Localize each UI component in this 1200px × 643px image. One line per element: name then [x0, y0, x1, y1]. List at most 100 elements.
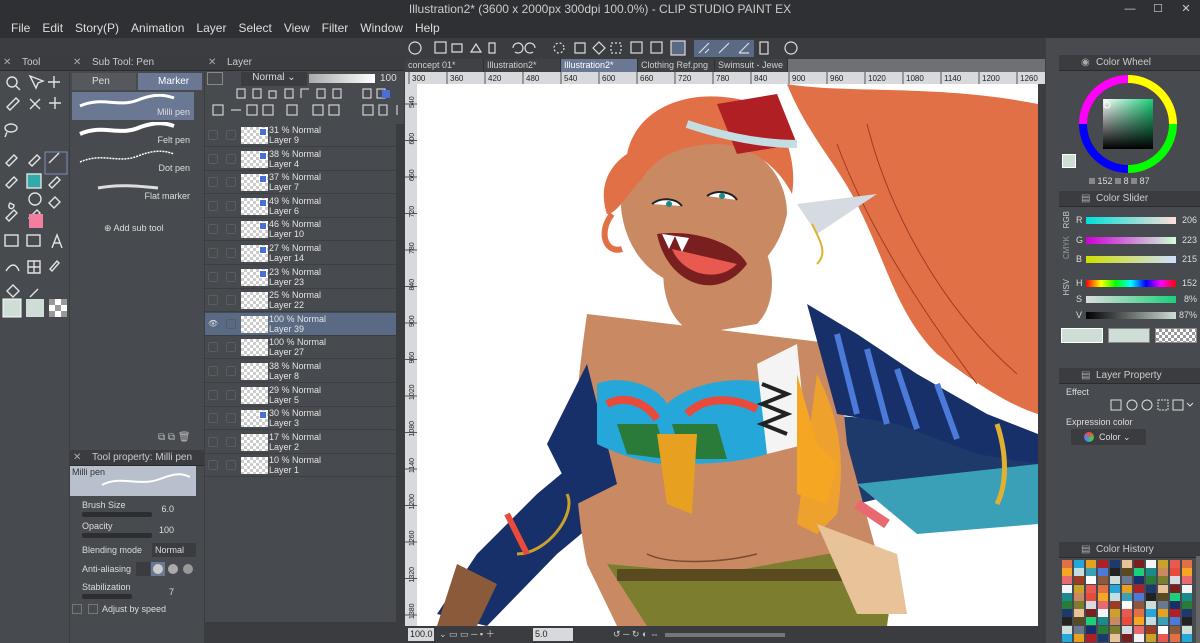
history-swatch[interactable] — [1146, 601, 1156, 609]
visibility-toggle[interactable] — [208, 460, 218, 471]
history-swatch[interactable] — [1062, 584, 1072, 593]
history-swatch[interactable] — [1086, 568, 1096, 577]
canvas-artwork[interactable] — [417, 84, 1038, 626]
history-swatch[interactable] — [1110, 617, 1120, 626]
menu-window[interactable]: Window — [349, 19, 403, 38]
layer-scrollbar[interactable] — [396, 124, 404, 643]
history-swatch[interactable] — [1110, 560, 1120, 568]
subtool-flat-marker[interactable]: Flat marker — [72, 176, 194, 204]
history-swatch[interactable] — [1062, 592, 1072, 601]
hue-slider[interactable]: H 152 — [1062, 277, 1197, 291]
visibility-toggle[interactable] — [208, 224, 218, 235]
history-swatch[interactable] — [1158, 592, 1168, 601]
document-tab[interactable]: concept 01* — [405, 59, 484, 72]
history-swatch[interactable] — [1062, 601, 1072, 609]
panel-close-icon[interactable]: ▤ — [1081, 191, 1090, 207]
visibility-toggle[interactable] — [208, 295, 218, 306]
history-swatch[interactable] — [1146, 609, 1156, 618]
history-swatch[interactable] — [1110, 576, 1120, 585]
menu-storyp[interactable]: Story(P) — [64, 19, 119, 38]
blending-mode-row[interactable]: Blending mode Normal — [78, 543, 196, 563]
subtool-footer-icons[interactable]: ⧉ ⧉ 🗑 — [158, 432, 191, 443]
history-swatch[interactable] — [1158, 576, 1168, 585]
add-subtool-button[interactable]: ⊕ Add sub tool — [104, 223, 164, 234]
expand-toggle[interactable] — [72, 604, 82, 614]
history-swatch[interactable] — [1074, 625, 1084, 634]
history-swatch[interactable] — [1086, 617, 1096, 626]
history-swatch[interactable] — [1074, 560, 1084, 568]
history-swatch[interactable] — [1074, 576, 1084, 585]
lock-toggle[interactable] — [226, 271, 236, 282]
history-swatch[interactable] — [1110, 609, 1120, 618]
lock-toggle[interactable] — [226, 342, 236, 353]
history-swatch[interactable] — [1158, 633, 1168, 642]
layer-panel-toolbar[interactable] — [207, 88, 402, 118]
canvas-hscrollbar[interactable] — [665, 633, 785, 637]
history-swatch[interactable] — [1182, 617, 1192, 626]
document-tab[interactable]: Illustration2* — [484, 59, 561, 72]
zoom-controls[interactable]: ⌄ ▭ ▭ ─ ▪ ＋ — [439, 626, 495, 643]
tool-icons[interactable] — [2, 73, 68, 373]
history-swatch[interactable] — [1098, 609, 1108, 618]
saturation-slider[interactable]: S 8% — [1062, 293, 1197, 307]
menu-filter[interactable]: Filter — [311, 19, 349, 38]
history-swatch[interactable] — [1122, 568, 1132, 577]
history-swatch[interactable] — [1074, 584, 1084, 593]
panel-close-icon[interactable]: ◉ — [1081, 55, 1090, 71]
blending-mode-select[interactable]: Normal — [152, 543, 196, 557]
history-swatch[interactable] — [1098, 576, 1108, 585]
lock-toggle[interactable] — [226, 366, 236, 376]
history-swatch[interactable] — [1170, 617, 1180, 626]
zoom-value[interactable]: 100.0 — [408, 628, 434, 641]
history-swatch[interactable] — [1170, 592, 1180, 601]
history-swatch[interactable] — [1110, 568, 1120, 577]
layer-row[interactable]: 29 % Normal Layer 5 — [205, 383, 396, 407]
layer-row[interactable]: 49 % Normal Layer 6 — [205, 194, 396, 218]
history-swatch[interactable] — [1074, 568, 1084, 577]
history-swatch[interactable] — [1182, 633, 1192, 642]
layer-row[interactable]: 38 % Normal Layer 4 — [205, 147, 396, 171]
history-swatch[interactable] — [1098, 617, 1108, 626]
lock-toggle[interactable] — [226, 224, 236, 235]
layer-row[interactable]: 17 % Normal Layer 2 — [205, 430, 396, 454]
visibility-toggle[interactable] — [208, 366, 218, 376]
adjust-by-speed-row[interactable]: Adjust by speed — [72, 603, 196, 623]
history-swatch[interactable] — [1134, 584, 1144, 593]
visibility-toggle[interactable] — [208, 413, 218, 424]
history-swatch[interactable] — [1074, 633, 1084, 642]
history-swatch[interactable] — [1122, 560, 1132, 568]
menu-help[interactable]: Help — [404, 19, 440, 38]
visibility-toggle[interactable] — [208, 389, 218, 400]
menu-animation[interactable]: Animation — [120, 19, 184, 38]
history-swatch[interactable] — [1146, 633, 1156, 642]
layer-opacity-slider[interactable] — [309, 74, 375, 83]
visibility-toggle[interactable] — [208, 153, 218, 164]
history-swatch[interactable] — [1122, 576, 1132, 585]
visibility-toggle[interactable] — [208, 130, 218, 140]
history-swatch[interactable] — [1086, 576, 1096, 585]
menu-file[interactable]: File — [0, 19, 30, 38]
history-swatch[interactable] — [1074, 609, 1084, 618]
history-swatch[interactable] — [1086, 560, 1096, 568]
panel-close-icon[interactable]: ✕ — [73, 450, 81, 466]
history-swatch[interactable] — [1062, 568, 1072, 577]
layer-row[interactable]: 46 % Normal Layer 10 — [205, 218, 396, 242]
history-swatch[interactable] — [1074, 592, 1084, 601]
blue-slider[interactable]: B 215 — [1062, 253, 1197, 267]
rotation-angle[interactable]: 5.0 — [533, 628, 573, 641]
history-swatch[interactable] — [1086, 584, 1096, 593]
opacity-slider[interactable] — [82, 533, 152, 538]
layer-row[interactable]: 31 % Normal Layer 9 — [205, 124, 396, 147]
transparent-color-chip[interactable] — [1155, 328, 1197, 343]
history-swatch[interactable] — [1182, 601, 1192, 609]
layer-row[interactable]: 37 % Normal Layer 7 — [205, 171, 396, 195]
history-swatch[interactable] — [1122, 609, 1132, 618]
green-slider[interactable]: G 223 — [1062, 234, 1197, 248]
history-swatch[interactable] — [1122, 584, 1132, 593]
visibility-toggle[interactable] — [208, 177, 218, 188]
history-swatch[interactable] — [1134, 601, 1144, 609]
lock-toggle[interactable] — [226, 200, 236, 211]
history-swatch[interactable] — [1158, 601, 1168, 609]
history-swatch[interactable] — [1158, 560, 1168, 568]
antialiasing-options[interactable] — [136, 562, 196, 578]
